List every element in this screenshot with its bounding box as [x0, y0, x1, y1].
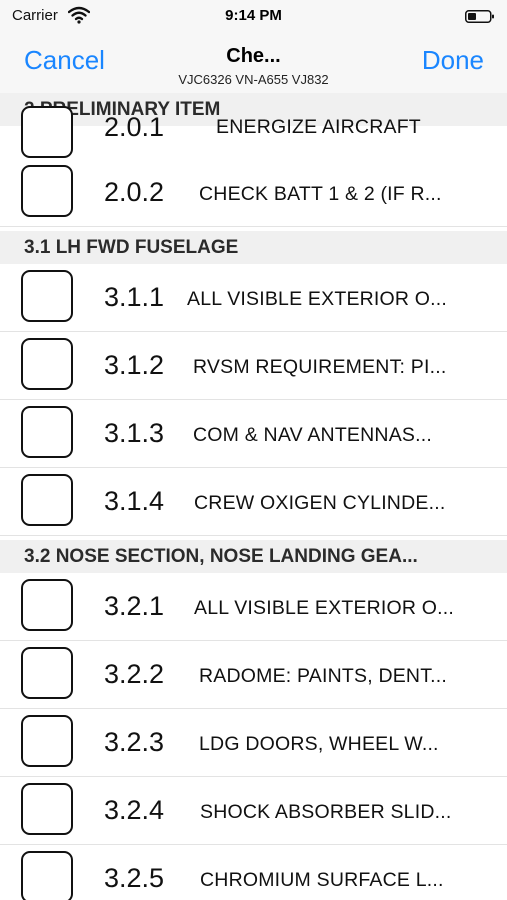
checklist-row[interactable]: 3.2.1 ALL VISIBLE EXTERIOR O... — [0, 573, 507, 641]
checkbox[interactable] — [21, 783, 73, 835]
status-bar: Carrier 9:14 PM — [0, 0, 507, 32]
item-text: ALL VISIBLE EXTERIOR O... — [194, 597, 455, 619]
checkbox[interactable] — [21, 406, 73, 458]
checklist-row[interactable]: 3.1.4 CREW OXIGEN CYLINDE... — [0, 468, 507, 536]
item-number: 3.2.5 — [104, 863, 165, 893]
item-text: CHROMIUM SURFACE L... — [200, 869, 444, 891]
checkbox[interactable] — [21, 851, 73, 900]
item-number: 2.0.2 — [104, 177, 165, 207]
checkbox[interactable] — [21, 474, 73, 526]
checklist-row[interactable]: 3.1.3 COM & NAV ANTENNAS... — [0, 400, 507, 468]
item-text: COM & NAV ANTENNAS... — [193, 424, 432, 446]
checkbox[interactable] — [21, 106, 73, 158]
item-number: 3.2.2 — [104, 659, 165, 689]
item-text: CHECK BATT 1 & 2 (IF R... — [199, 183, 442, 205]
checkbox[interactable] — [21, 715, 73, 767]
item-text: RVSM REQUIREMENT: PI... — [193, 356, 447, 378]
checkbox[interactable] — [21, 270, 73, 322]
item-number: 3.1.4 — [104, 486, 165, 516]
done-button[interactable]: Done — [422, 45, 484, 76]
clock: 9:14 PM — [225, 7, 282, 24]
section-header: 3.2 NOSE SECTION, NOSE LANDING GEA... — [0, 540, 507, 573]
item-number: 3.1.3 — [104, 418, 165, 448]
item-number: 3.1.2 — [104, 350, 165, 380]
item-number: 3.2.1 — [104, 591, 165, 621]
checkbox[interactable] — [21, 165, 73, 217]
item-number: 3.2.3 — [104, 727, 165, 757]
item-number: 3.1.1 — [104, 282, 165, 312]
checklist-table[interactable]: 2 PRELIMINARY ITEM 2.0.1 ENERGIZE AIRCRA… — [0, 93, 507, 900]
item-number: 3.2.4 — [104, 795, 165, 825]
item-text: ENERGIZE AIRCRAFT — [216, 116, 421, 138]
battery-icon — [465, 10, 494, 23]
item-text: SHOCK ABSORBER SLID... — [200, 801, 452, 823]
checklist-row[interactable]: 3.2.4 SHOCK ABSORBER SLID... — [0, 777, 507, 845]
checkbox[interactable] — [21, 647, 73, 699]
section-header: 3.1 LH FWD FUSELAGE — [0, 231, 507, 264]
item-text: RADOME: PAINTS, DENT... — [199, 665, 448, 687]
navigation-bar: Cancel Che... VJC6326 VN-A655 VJ832 Done — [0, 32, 507, 93]
item-text: ALL VISIBLE EXTERIOR O... — [187, 288, 448, 310]
item-number: 2.0.1 — [104, 112, 165, 142]
checkbox[interactable] — [21, 579, 73, 631]
checkbox[interactable] — [21, 338, 73, 390]
item-text: LDG DOORS, WHEEL W... — [199, 733, 439, 755]
checklist-row[interactable]: 3.2.2 RADOME: PAINTS, DENT... — [0, 641, 507, 709]
checklist-row[interactable]: 3.1.2 RVSM REQUIREMENT: PI... — [0, 332, 507, 400]
checklist-row[interactable]: 2.0.2 CHECK BATT 1 & 2 (IF R... — [0, 159, 507, 227]
item-text: CREW OXIGEN CYLINDE... — [194, 492, 446, 514]
checklist-row[interactable]: 3.1.1 ALL VISIBLE EXTERIOR O... — [0, 264, 507, 332]
checklist-row[interactable]: 3.2.3 LDG DOORS, WHEEL W... — [0, 709, 507, 777]
checklist-row[interactable]: 3.2.5 CHROMIUM SURFACE L... — [0, 845, 507, 900]
